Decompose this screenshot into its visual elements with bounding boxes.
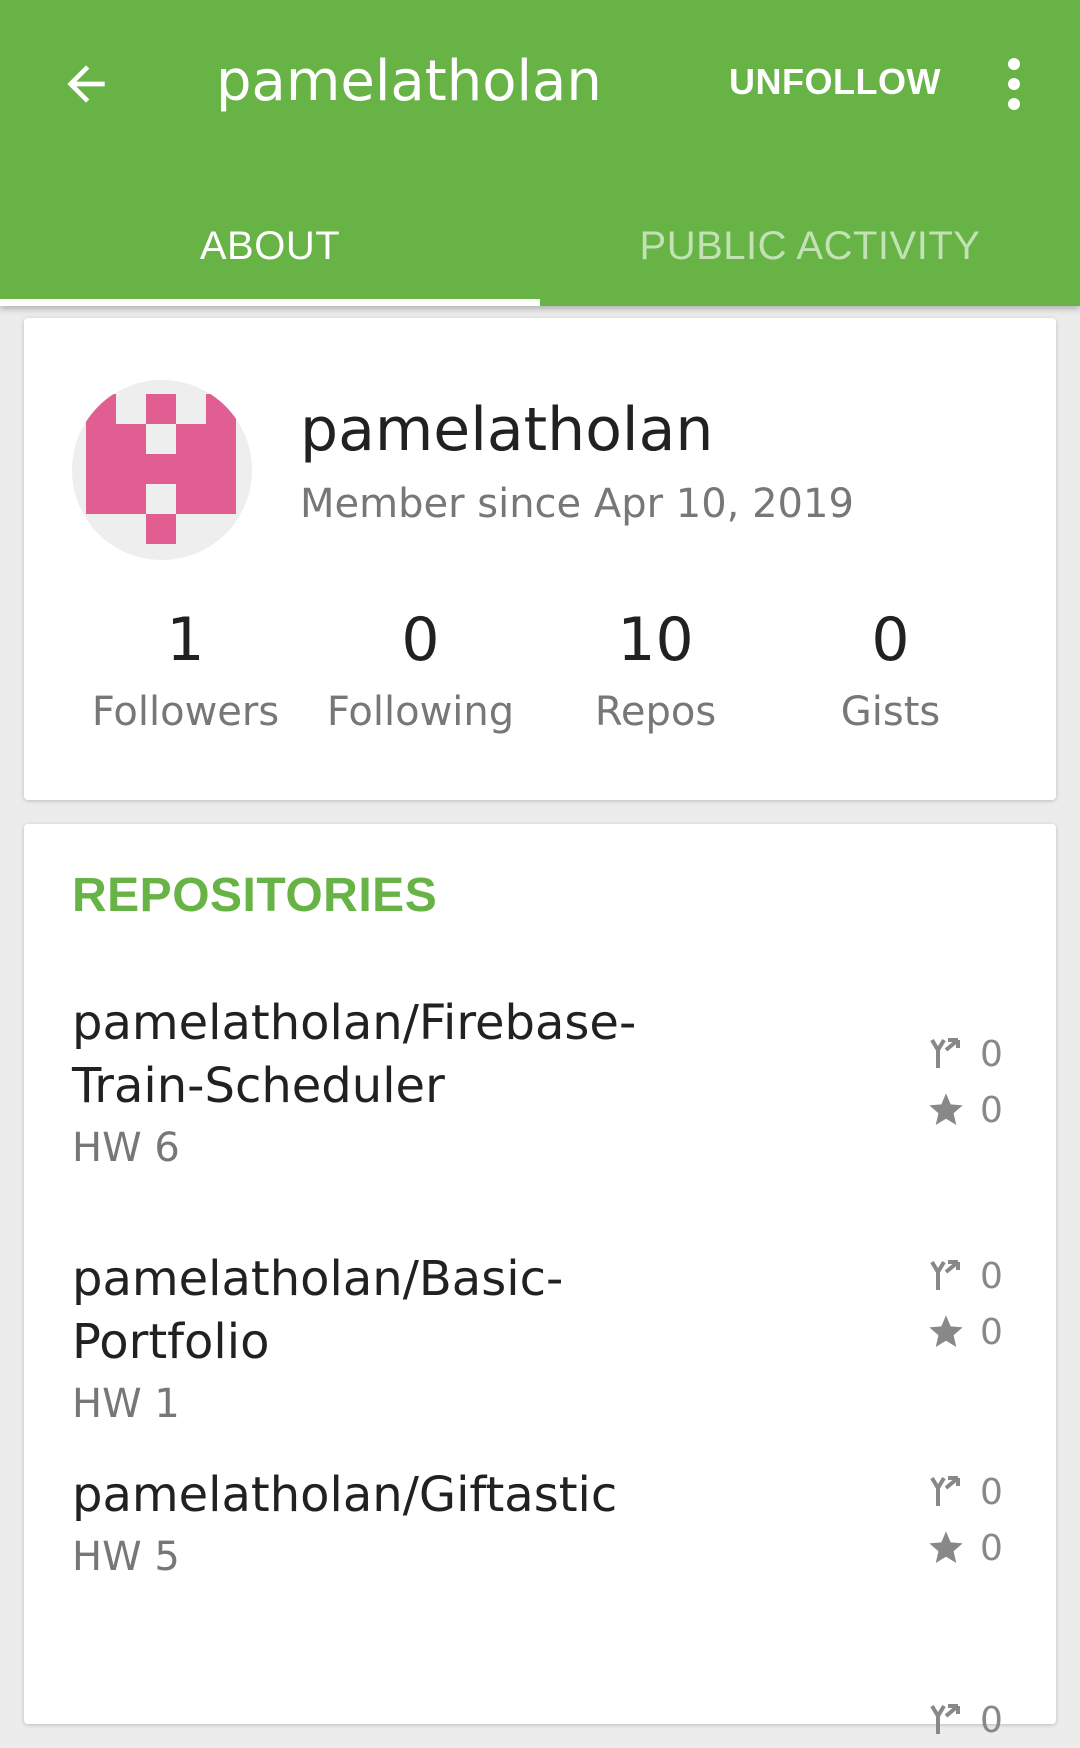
repo-stars: 0 [924,1082,1014,1138]
repositories-card: REPOSITORIES pamelatholan/Firebase-Train… [24,824,1056,1741]
repo-item[interactable]: pamelatholan/Giftastic HW 5 0 0 [72,1464,1032,1587]
repo-name: pamelatholan/Basic-Portfolio [72,1251,564,1370]
tab-public-activity[interactable]: PUBLIC ACTIVITY [540,186,1080,306]
app-bar: pamelatholan UNFOLLOW ABOUT PUBLIC ACTIV… [0,0,1080,306]
stat-label: Following [326,689,515,735]
unfollow-button[interactable]: UNFOLLOW [720,50,950,114]
stat-followers[interactable]: 1 Followers [68,600,303,740]
repo-name: pamelatholan/Giftastic [72,1467,618,1523]
fork-count: 0 [980,1033,1003,1075]
repo-description: HW 5 [72,1534,180,1580]
repo-forks: 0 [924,1692,1014,1748]
fork-count: 0 [980,1699,1003,1741]
star-icon [924,1310,968,1354]
profile-stats: 1 Followers 0 Following 10 Repos 0 Gists [68,600,1008,740]
profile-card: pamelatholan Member since Apr 10, 2019 1… [24,318,1056,800]
stat-value: 0 [401,605,440,675]
repo-description: HW 6 [72,1125,180,1171]
stat-value: 10 [617,605,694,675]
repo-item[interactable]: pamelatholan/Firebase-Train-Scheduler HW… [72,992,1032,1178]
repositories-header: REPOSITORIES [72,869,438,922]
repo-stars: 0 [924,1520,1014,1576]
repo-name: pamelatholan/Firebase-Train-Scheduler [72,995,637,1114]
repo-stars: 0 [924,1304,1014,1360]
stat-value: 0 [871,605,910,675]
stat-following[interactable]: 0 Following [303,600,538,740]
fork-icon [924,1254,968,1298]
identicon-avatar [72,380,252,560]
stat-label: Gists [840,689,941,735]
stat-gists[interactable]: 0 Gists [773,600,1008,740]
repo-forks: 0 [924,1464,1014,1520]
page-title: pamelatholan [216,49,602,114]
repo-stats: 0 0 [924,1248,1014,1360]
star-count: 0 [980,1527,1003,1569]
stat-repos[interactable]: 10 Repos [538,600,773,740]
star-icon [924,1526,968,1570]
fork-count: 0 [980,1255,1003,1297]
repo-stats: 0 [924,1692,1014,1748]
more-vert-icon [1008,58,1020,110]
tab-about[interactable]: ABOUT [0,186,540,306]
repo-forks: 0 [924,1248,1014,1304]
profile-username: pamelatholan [300,395,714,465]
star-icon [924,1088,968,1132]
repo-item[interactable]: pamelatholan/Basic-Portfolio HW 1 0 0 [72,1248,1032,1434]
star-count: 0 [980,1311,1003,1353]
tab-bar: ABOUT PUBLIC ACTIVITY [0,186,1080,306]
repo-forks: 0 [924,1026,1014,1082]
stat-value: 1 [166,605,205,675]
star-count: 0 [980,1089,1003,1131]
fork-icon [924,1698,968,1742]
member-since-text: Member since Apr 10, 2019 [300,481,854,527]
arrow-back-icon [67,65,105,103]
avatar [72,380,252,560]
repo-stats: 0 0 [924,1026,1014,1138]
stat-label: Repos [594,689,717,735]
repo-description: HW 1 [72,1381,180,1427]
fork-icon [924,1032,968,1076]
fork-count: 0 [980,1471,1003,1513]
more-options-button[interactable] [984,44,1044,124]
repo-stats: 0 0 [924,1464,1014,1576]
back-button[interactable] [46,44,126,124]
stat-label: Followers [91,689,280,735]
fork-icon [924,1470,968,1514]
